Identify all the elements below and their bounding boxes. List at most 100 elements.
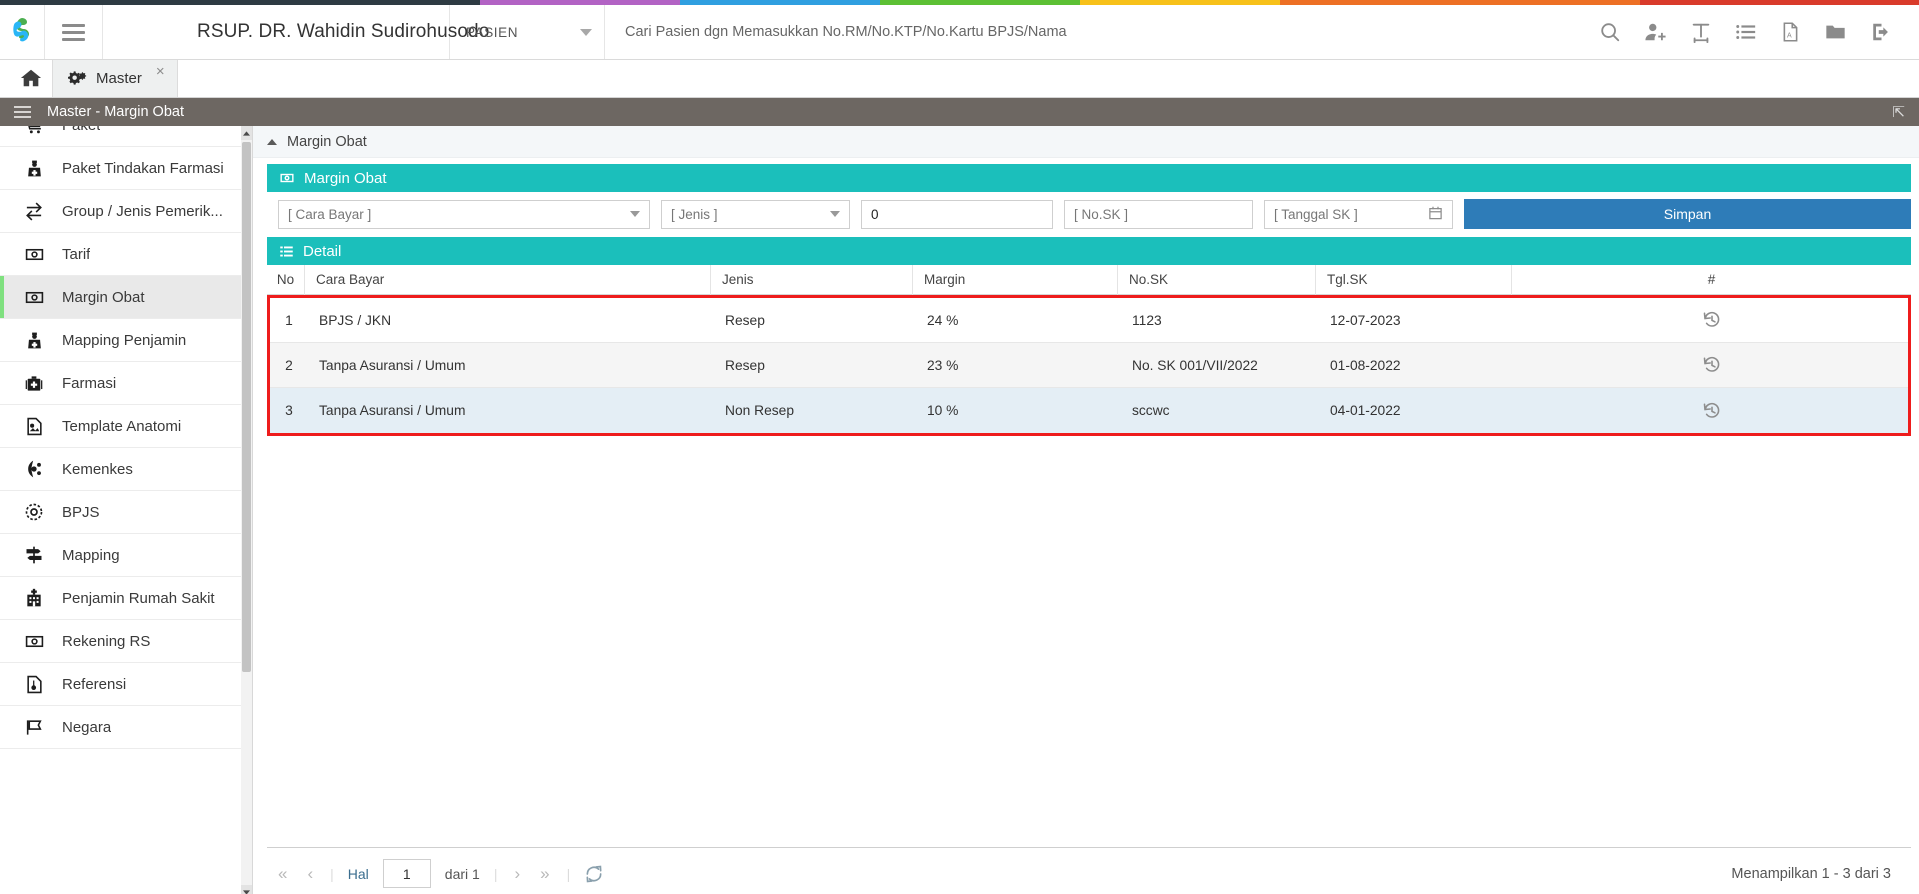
expand-icon[interactable]: ⇱ [1892,103,1905,121]
sidebar-item-tarif[interactable]: Tarif [0,233,252,276]
pharmacy-bag-icon [22,159,46,178]
page-title: Master - Margin Obat [47,104,184,120]
pdf-icon[interactable]: A [1780,21,1801,43]
list-icon[interactable] [1735,21,1757,43]
sidebar-scroll-thumb[interactable] [242,142,251,672]
table-row[interactable]: 1 BPJS / JKN Resep 24 % 1123 12-07-2023 [270,298,1908,343]
global-search[interactable] [605,5,1587,59]
sidebar-scrollbar[interactable] [241,126,252,894]
sidebar-item-label: Group / Jenis Pemerik... [62,202,223,220]
logout-icon[interactable] [1870,21,1893,43]
jenis-value: [ Jenis ] [671,206,718,222]
text-tool-icon[interactable] [1690,21,1712,43]
money-icon [22,632,46,651]
hamburger-icon[interactable] [14,103,31,121]
caret-up-icon[interactable] [267,138,277,145]
hamburger-menu-button[interactable] [45,5,103,59]
sidebar-item-label: Paket Tindakan Farmasi [62,159,224,177]
tanggal-sk-input[interactable]: [ Tanggal SK ] [1264,199,1453,229]
app-logo-icon[interactable] [0,5,45,59]
header-icon-group: A [1587,5,1919,59]
cara-bayar-value: [ Cara Bayar ] [288,206,372,222]
pager-divider: | [566,865,571,882]
no-sk-input[interactable]: [ No.SK ] [1064,199,1253,229]
history-icon[interactable] [1515,298,1908,343]
cell-margin: 10 % [927,403,959,418]
page-input[interactable] [382,859,431,888]
sidebar-item-label: Mapping Penjamin [62,331,187,349]
module-selector[interactable]: PASIEN [450,5,605,59]
column-header-no[interactable]: No [267,264,305,295]
sidebar-item-penjamin-rumah-sakit[interactable]: Penjamin Rumah Sakit [0,577,252,620]
signpost-icon [22,545,46,565]
home-icon [20,69,42,87]
first-page-icon[interactable]: « [275,864,290,884]
caret-up-icon[interactable] [241,126,252,140]
column-header-no-sk[interactable]: No.SK [1118,264,1316,295]
cart-plus-icon [22,126,46,135]
history-icon[interactable] [1515,388,1908,433]
simpan-button[interactable]: Simpan [1464,199,1911,229]
exchange-icon [22,201,46,221]
table-row[interactable]: 2 Tanpa Asuransi / Umum Resep 23 % No. S… [270,343,1908,388]
sidebar-item-label: Farmasi [62,374,117,392]
column-header-tgl-sk[interactable]: Tgl.SK [1316,264,1512,295]
chevron-down-icon [830,211,840,217]
search-icon[interactable] [1599,21,1621,43]
sidebar-item-farmasi[interactable]: Farmasi [0,362,252,405]
bpjs-gear-icon [22,502,46,522]
column-header-cara-bayar[interactable]: Cara Bayar [305,264,711,295]
close-icon[interactable]: × [156,63,165,80]
cell-tgl-sk: 01-08-2022 [1330,357,1401,373]
sidebar-item-paket-tindakan-farmasi[interactable]: Paket Tindakan Farmasi [0,147,252,190]
cell-no-sk: No. SK 001/VII/2022 [1132,357,1258,373]
detail-table: No Cara Bayar Jenis Margin No.SK Tgl.SK … [267,264,1911,894]
history-icon[interactable] [1515,343,1908,388]
column-header-margin[interactable]: Margin [913,264,1118,295]
refresh-icon[interactable] [584,864,604,884]
sidebar-item-label: Margin Obat [62,288,145,306]
content-area: Margin Obat Margin Obat [ Cara Bayar ] [ [253,126,1919,894]
add-user-icon[interactable] [1644,21,1667,43]
sidebar-item-mapping[interactable]: Mapping [0,534,252,577]
table-row[interactable]: 3 Tanpa Asuransi / Umum Non Resep 10 % s… [270,388,1908,433]
cell-no-sk: sccwc [1132,403,1170,418]
tab-master[interactable]: Master × [52,59,178,97]
margin-input[interactable]: 0 [861,199,1053,229]
hospital-icon [22,588,46,608]
sidebar-item-template-anatomi[interactable]: Template Anatomi [0,405,252,448]
sidebar-item-rekening-rs[interactable]: Rekening RS [0,620,252,663]
sidebar-item-label: BPJS [62,503,100,521]
margin-obat-form: [ Cara Bayar ] [ Jenis ] 0 [ No.SK ] [ T… [267,192,1911,237]
prev-page-icon[interactable]: ‹ [304,864,316,884]
jenis-select[interactable]: [ Jenis ] [661,199,850,229]
cara-bayar-select[interactable]: [ Cara Bayar ] [278,199,650,229]
cell-jenis: Non Resep [725,403,795,418]
caret-down-icon[interactable] [241,885,252,894]
home-tab-button[interactable] [10,59,52,97]
table-footer: « ‹ | Hal dari 1 | › » | [267,847,1911,894]
gears-icon [68,70,87,85]
sidebar-item-bpjs[interactable]: BPJS [0,491,252,534]
sidebar-item-kemenkes[interactable]: Kemenkes [0,448,252,491]
chevron-down-icon [630,211,640,217]
table-empty-space [267,436,1911,847]
cell-margin: 24 % [927,312,959,328]
sidebar-item-paket[interactable]: Paket [0,126,252,147]
sidebar-item-group-jenis-pemeriksaan[interactable]: Group / Jenis Pemerik... [0,190,252,233]
sidebar-item-mapping-penjamin[interactable]: Mapping Penjamin [0,319,252,362]
sidebar-item-margin-obat[interactable]: Margin Obat [0,276,252,319]
calendar-icon[interactable] [1428,205,1443,224]
sidebar-item-negara[interactable]: Negara [0,706,252,749]
next-page-icon[interactable]: › [511,864,523,884]
sidebar-item-referensi[interactable]: Referensi [0,663,252,706]
last-page-icon[interactable]: » [537,864,552,884]
pagination: « ‹ | Hal dari 1 | › » | [275,859,604,888]
highlighted-rows-region: 1 BPJS / JKN Resep 24 % 1123 12-07-2023 [267,295,1911,436]
detail-panel-title: Detail [303,242,342,260]
no-sk-value: [ No.SK ] [1074,206,1129,222]
page-total-label: dari 1 [444,865,480,882]
search-input[interactable] [623,23,1587,41]
column-header-jenis[interactable]: Jenis [711,264,913,295]
folder-icon[interactable] [1824,21,1847,43]
